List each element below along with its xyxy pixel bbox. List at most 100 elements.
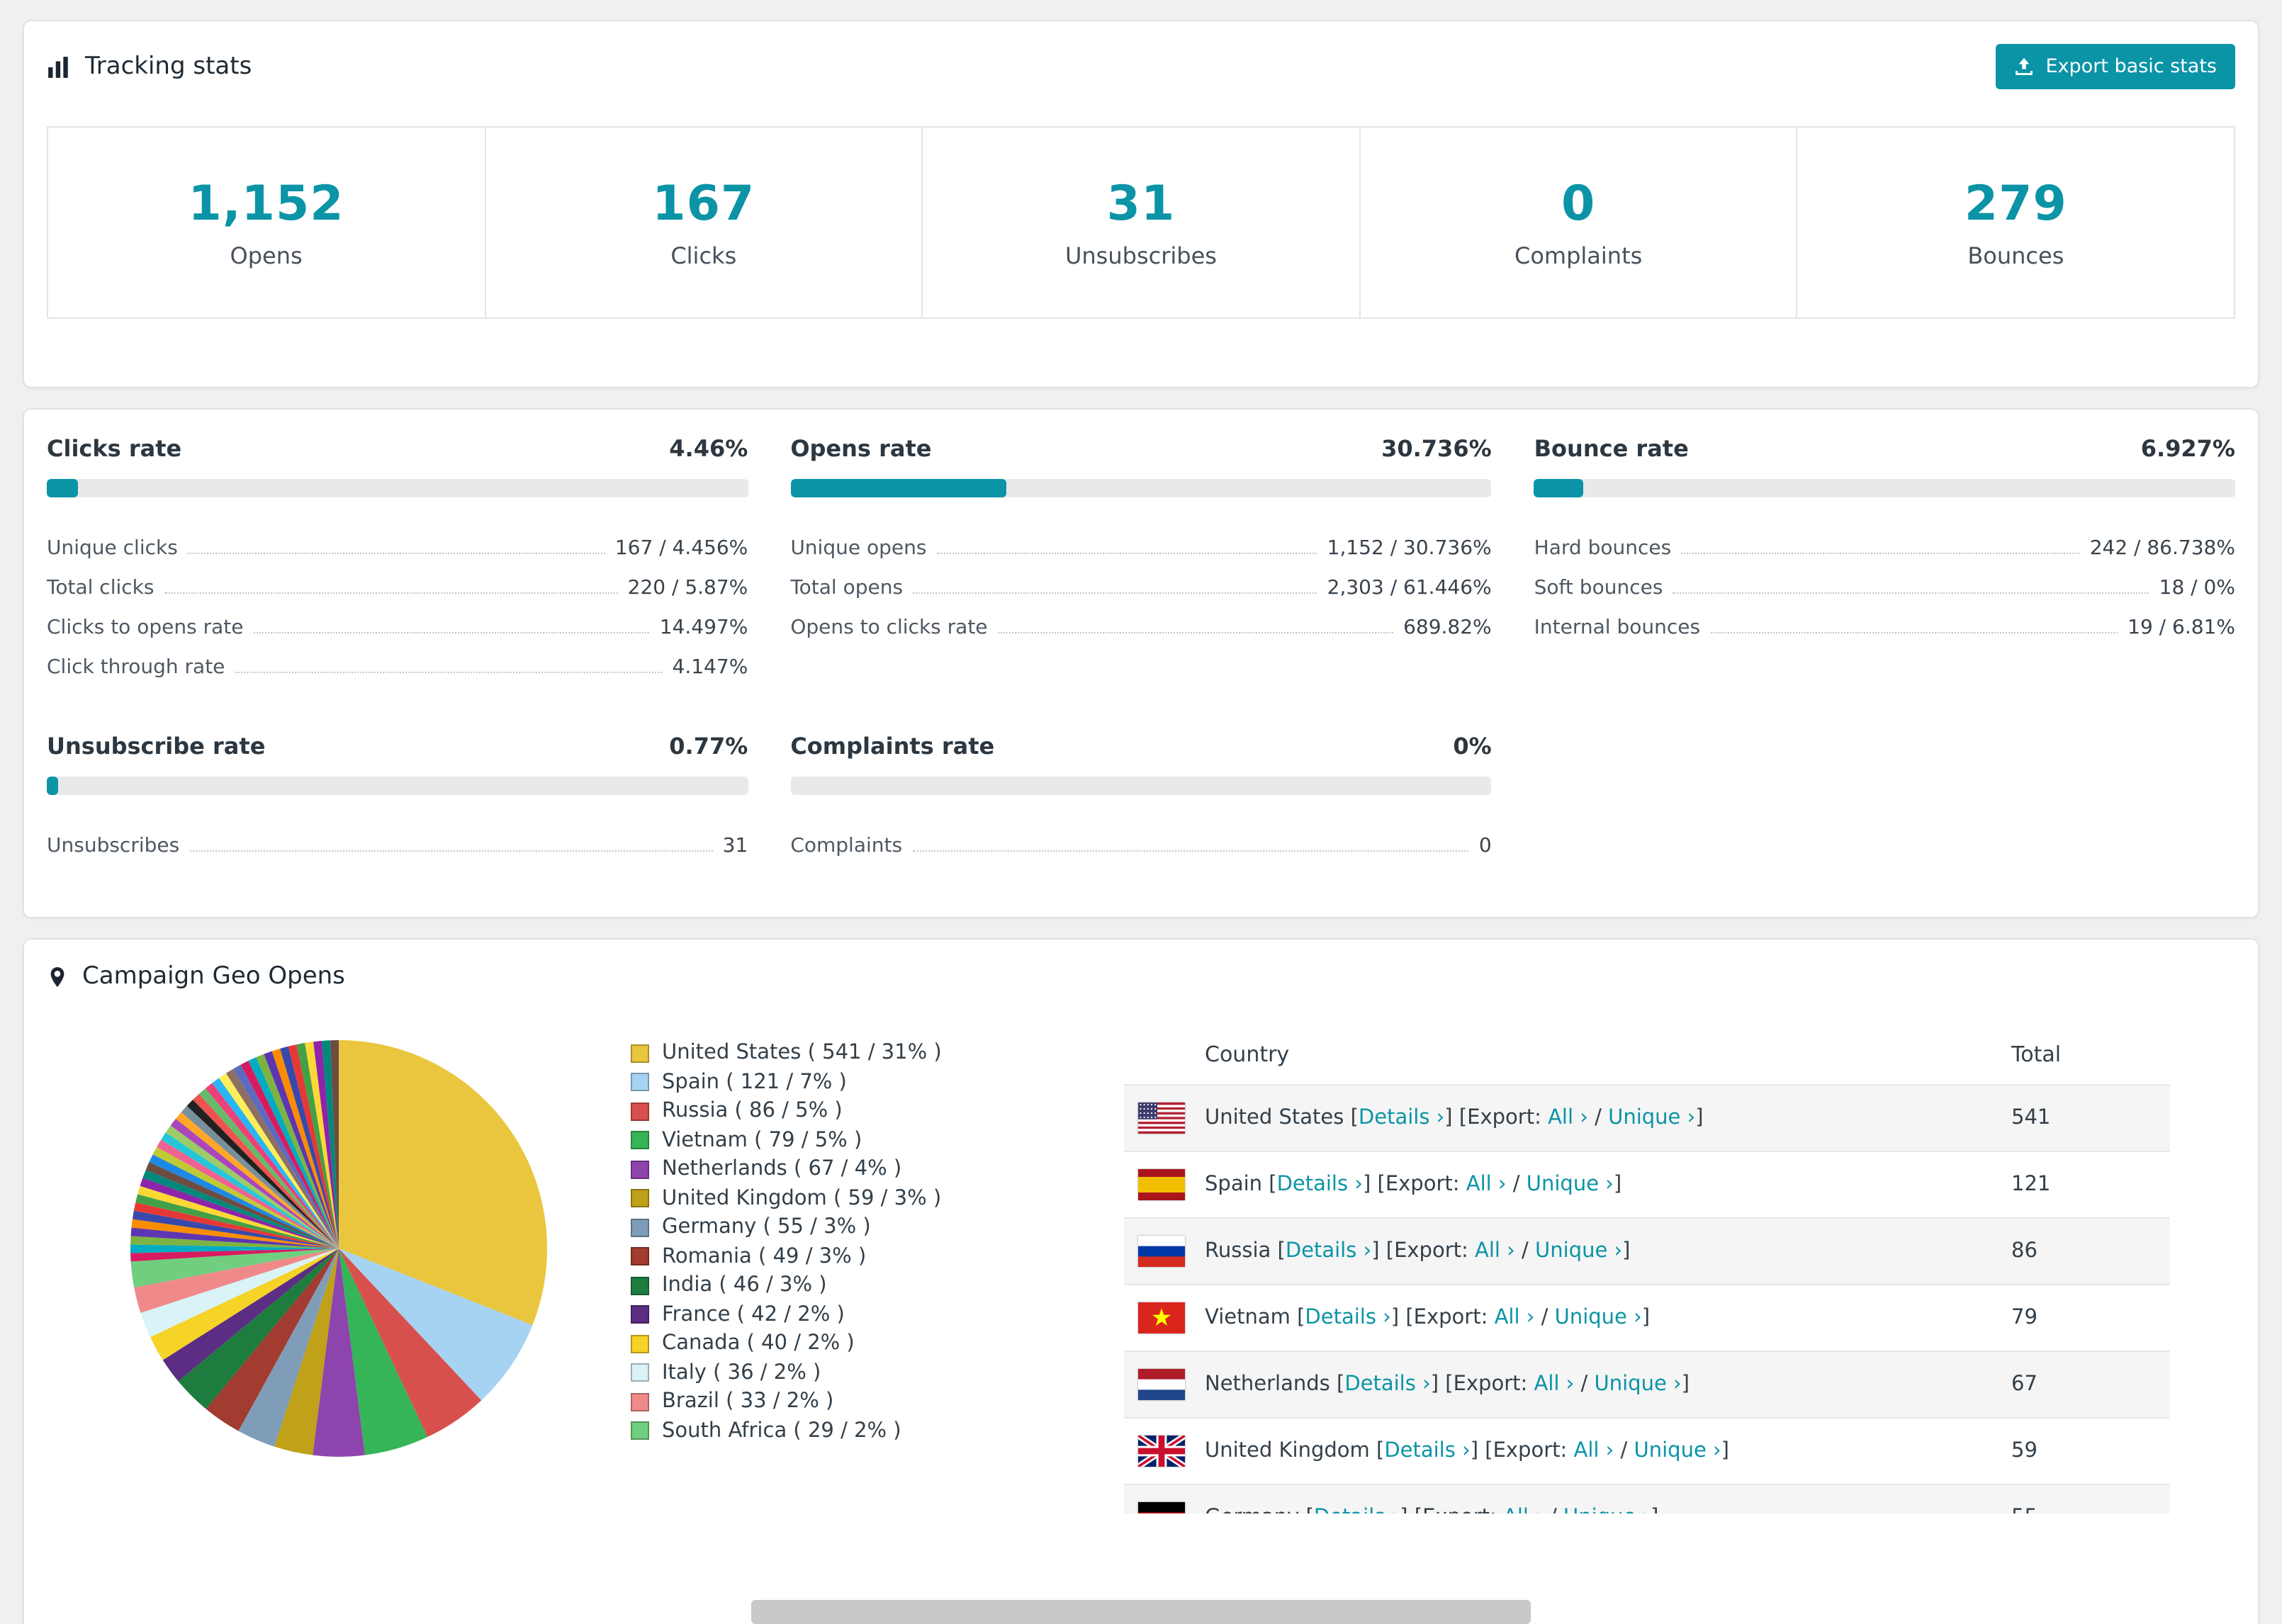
rate-value: 0% — [1453, 733, 1492, 760]
rate-row-label: Unique opens — [790, 537, 927, 560]
link-details[interactable]: Details › — [1384, 1440, 1470, 1462]
export-basic-stats-button[interactable]: Export basic stats — [1996, 44, 2235, 89]
rate-row-value: 19 / 6.81% — [2128, 616, 2235, 639]
legend-swatch — [631, 1160, 649, 1179]
legend-item-spain: Spain ( 121 / 7% ) — [631, 1068, 1124, 1097]
rate-panel-clicks-rate: Clicks rate 4.46% Unique clicks 167 / 4.456… — [47, 435, 748, 679]
legend-item-united-states: United States ( 541 / 31% ) — [631, 1039, 1124, 1068]
stat-value: 0 — [1561, 176, 1596, 232]
link-unique[interactable]: Unique › — [1634, 1440, 1721, 1462]
rate-row: Unique opens 1,152 / 30.736% — [790, 520, 1491, 560]
flag-es-icon — [1138, 1169, 1185, 1200]
rate-row-value: 4.147% — [672, 656, 748, 679]
tracking-stats-header: Tracking stats Export basic stats — [47, 44, 2235, 89]
rate-rows: Complaints 0 — [790, 818, 1491, 857]
link-details[interactable]: Details › — [1277, 1173, 1363, 1196]
rate-row-value: 689.82% — [1403, 616, 1492, 639]
geo-table: Country Total United States [Details ›] … — [1124, 1025, 2170, 1513]
link-details[interactable]: Details › — [1305, 1307, 1390, 1329]
link-details[interactable]: Details › — [1344, 1373, 1430, 1396]
legend-label: South Africa ( 29 / 2% ) — [662, 1419, 901, 1443]
rate-value: 6.927% — [2140, 435, 2235, 462]
link-unique[interactable]: Unique › — [1535, 1240, 1622, 1263]
progress-bar-fill — [47, 479, 79, 497]
horizontal-scrollbar-thumb[interactable] — [751, 1600, 1531, 1624]
rate-title: Unsubscribe rate — [47, 733, 266, 760]
legend-label: Brazil ( 33 / 2% ) — [662, 1390, 834, 1414]
legend-swatch — [631, 1189, 649, 1208]
progress-bar — [790, 777, 1492, 795]
stat-label: Unsubscribes — [1064, 242, 1217, 269]
link-all[interactable]: All › — [1475, 1240, 1515, 1263]
geo-opens-title: Campaign Geo Opens — [82, 962, 345, 991]
link-details[interactable]: Details › — [1359, 1107, 1444, 1129]
rate-title: Complaints rate — [790, 733, 995, 760]
geo-pie-chart — [47, 1025, 631, 1513]
legend-swatch — [631, 1247, 649, 1266]
stat-box-unsubscribes: 31 Unsubscribes — [921, 128, 1359, 317]
link-unique[interactable]: Unique › — [1595, 1373, 1682, 1396]
link-unique[interactable]: Unique › — [1527, 1173, 1614, 1196]
bar-chart-icon — [47, 55, 71, 79]
legend-swatch — [631, 1073, 649, 1092]
geo-opens-card: Campaign Geo Opens United States ( 541 /… — [23, 938, 2259, 1624]
rate-row: Complaints 0 — [790, 818, 1491, 857]
link-unique[interactable]: Unique › — [1555, 1307, 1642, 1329]
stat-label: Clicks — [670, 242, 737, 269]
country-cell: Russia [Details ›] [Export: All › / Uniq… — [1124, 1218, 2011, 1285]
link-all[interactable]: All › — [1495, 1307, 1535, 1329]
link-unique[interactable]: Unique › — [1563, 1506, 1651, 1513]
export-label: Export: — [1467, 1107, 1548, 1129]
legend-label: United Kingdom ( 59 / 3% ) — [662, 1187, 942, 1210]
geo-table-row-united-kingdom: United Kingdom [Details ›] [Export: All … — [1124, 1418, 2170, 1484]
rate-row-label: Unsubscribes — [47, 835, 180, 857]
total-column-header: Total — [2011, 1042, 2062, 1067]
progress-bar — [47, 479, 748, 497]
link-all[interactable]: All › — [1548, 1107, 1588, 1129]
stat-value: 167 — [652, 176, 755, 232]
rate-row-value: 14.497% — [659, 616, 748, 639]
rate-row-label: Clicks to opens rate — [47, 616, 244, 639]
rate-panel-header: Clicks rate 4.46% — [47, 435, 748, 462]
rate-title: Clicks rate — [47, 435, 182, 462]
link-unique[interactable]: Unique › — [1608, 1107, 1695, 1129]
export-label: Export: — [1385, 1173, 1466, 1196]
dotted-leader — [164, 592, 618, 594]
export-basic-stats-label: Export basic stats — [2045, 55, 2218, 78]
legend-item-united-kingdom: United Kingdom ( 59 / 3% ) — [631, 1184, 1124, 1213]
link-details[interactable]: Details › — [1314, 1506, 1400, 1513]
rate-panel-header: Opens rate 30.736% — [790, 435, 1491, 462]
rate-row-value: 242 / 86.738% — [2089, 537, 2235, 560]
dotted-leader — [187, 553, 605, 554]
total-cell: 59 — [2011, 1440, 2038, 1462]
legend-label: Vietnam ( 79 / 5% ) — [662, 1129, 862, 1152]
link-all[interactable]: All › — [1534, 1373, 1575, 1396]
link-all[interactable]: All › — [1503, 1506, 1544, 1513]
legend-label: India ( 46 / 3% ) — [662, 1274, 827, 1297]
country-cell: Spain [Details ›] [Export: All › / Uniqu… — [1124, 1151, 2011, 1218]
rate-rows: Unique clicks 167 / 4.456% Total clicks 220… — [47, 520, 748, 679]
rate-panel-unsubscribe-rate: Unsubscribe rate 0.77% Unsubscribes 31 — [47, 733, 748, 857]
legend-item-south-africa: South Africa ( 29 / 2% ) — [631, 1416, 1124, 1445]
rate-row-label: Soft bounces — [1534, 577, 1663, 599]
link-details[interactable]: Details › — [1286, 1240, 1371, 1263]
link-all[interactable]: All › — [1466, 1173, 1507, 1196]
legend-item-germany: Germany ( 55 / 3% ) — [631, 1213, 1124, 1242]
dotted-leader — [1710, 632, 2118, 633]
legend-swatch — [631, 1131, 649, 1150]
rate-row: Hard bounces 242 / 86.738% — [1534, 520, 2235, 560]
country-column-header: Country — [1205, 1042, 1290, 1067]
flag-de-icon — [1138, 1502, 1185, 1513]
legend-item-netherlands: Netherlands ( 67 / 4% ) — [631, 1155, 1124, 1184]
rate-panel-header: Unsubscribe rate 0.77% — [47, 733, 748, 760]
legend-item-canada: Canada ( 40 / 2% ) — [631, 1329, 1124, 1358]
dotted-leader — [253, 632, 650, 633]
stat-value: 1,152 — [188, 176, 344, 232]
stat-box-bounces: 279 Bounces — [1796, 128, 2234, 317]
geo-table-row-germany: Germany [Details ›] [Export: All › / Uni… — [1124, 1484, 2170, 1513]
rate-panel-header: Bounce rate 6.927% — [1534, 435, 2235, 462]
legend-item-romania: Romania ( 49 / 3% ) — [631, 1242, 1124, 1271]
link-all[interactable]: All › — [1574, 1440, 1614, 1462]
legend-swatch — [631, 1363, 649, 1382]
legend-label: Romania ( 49 / 3% ) — [662, 1245, 867, 1268]
